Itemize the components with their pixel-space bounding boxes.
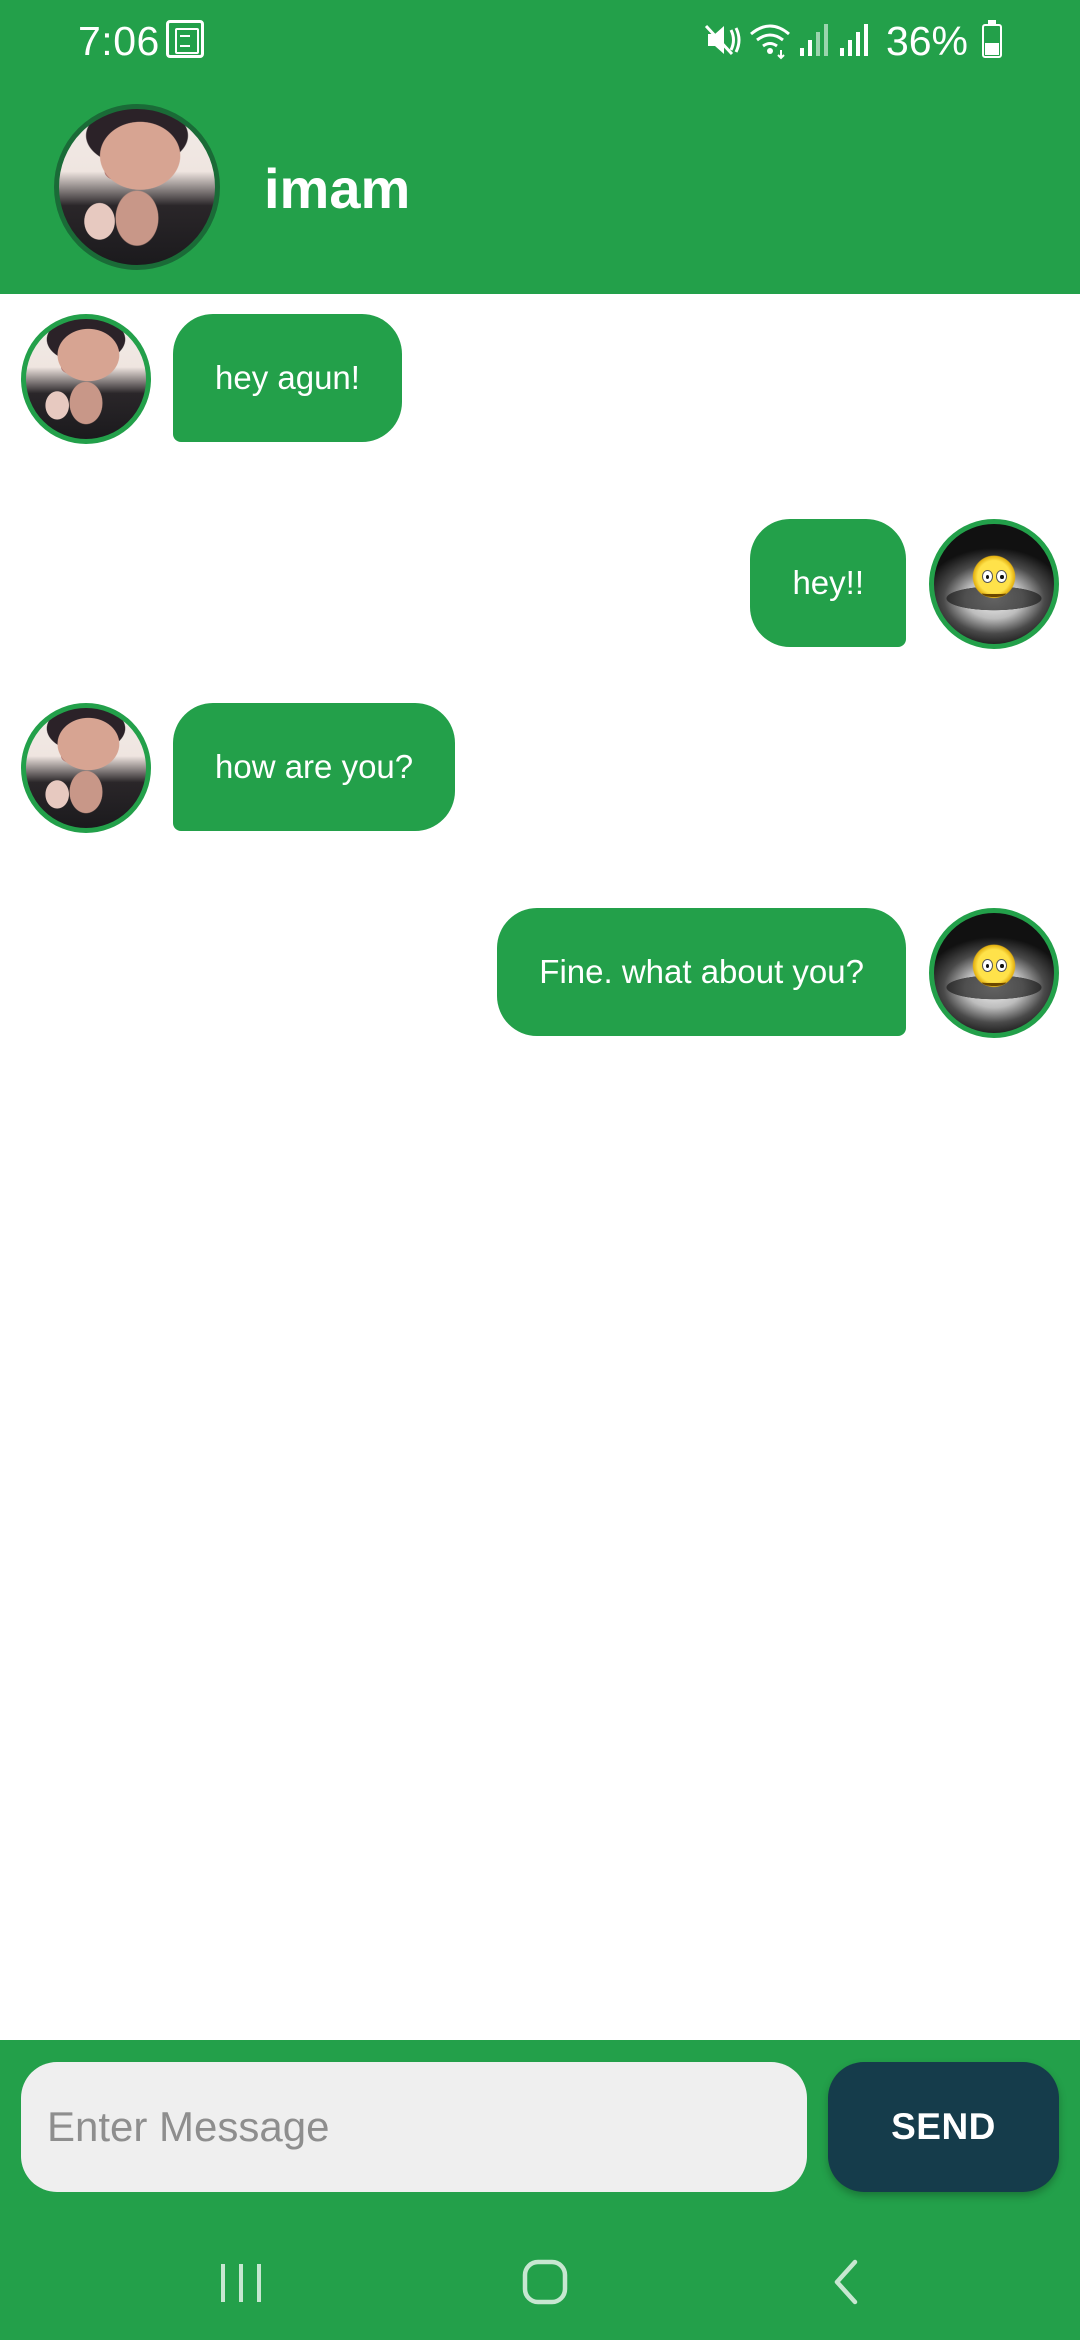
battery-icon bbox=[982, 20, 1002, 58]
message-list[interactable]: hey agun! hey!! how are you? Fine. what … bbox=[0, 294, 1080, 2040]
message-bubble: Fine. what about you? bbox=[497, 908, 906, 1036]
composer-bar: SEND bbox=[0, 2040, 1080, 2340]
emoji-avatar bbox=[929, 908, 1059, 1038]
message-bubble: hey!! bbox=[750, 519, 906, 647]
send-button[interactable]: SEND bbox=[828, 2062, 1059, 2192]
signal-icon bbox=[800, 24, 828, 56]
message-bubble: how are you? bbox=[173, 703, 456, 831]
home-icon[interactable] bbox=[505, 2250, 585, 2314]
status-bar: 7:06 36% bbox=[0, 0, 1080, 82]
status-time: 7:06 bbox=[78, 18, 160, 64]
contact-avatar bbox=[21, 703, 151, 833]
status-indicators: 36% bbox=[702, 14, 1002, 68]
back-icon[interactable] bbox=[807, 2250, 887, 2314]
battery-percent: 36% bbox=[885, 18, 968, 64]
message-bubble: hey agun! bbox=[173, 314, 402, 442]
message-input[interactable] bbox=[21, 2062, 807, 2192]
contact-name: imam bbox=[264, 157, 411, 220]
wifi-icon bbox=[750, 24, 790, 60]
recent-apps-icon[interactable] bbox=[201, 2250, 281, 2314]
contact-avatar bbox=[21, 314, 151, 444]
chat-screen: 7:06 36% imam hey agun! hey!! how are yo… bbox=[0, 0, 1080, 2340]
signal-icon bbox=[840, 24, 868, 56]
chat-header: imam bbox=[0, 82, 1080, 294]
contact-avatar[interactable] bbox=[54, 104, 220, 270]
mute-vibrate-icon bbox=[704, 24, 741, 56]
news-icon bbox=[166, 20, 204, 58]
emoji-avatar bbox=[929, 519, 1059, 649]
